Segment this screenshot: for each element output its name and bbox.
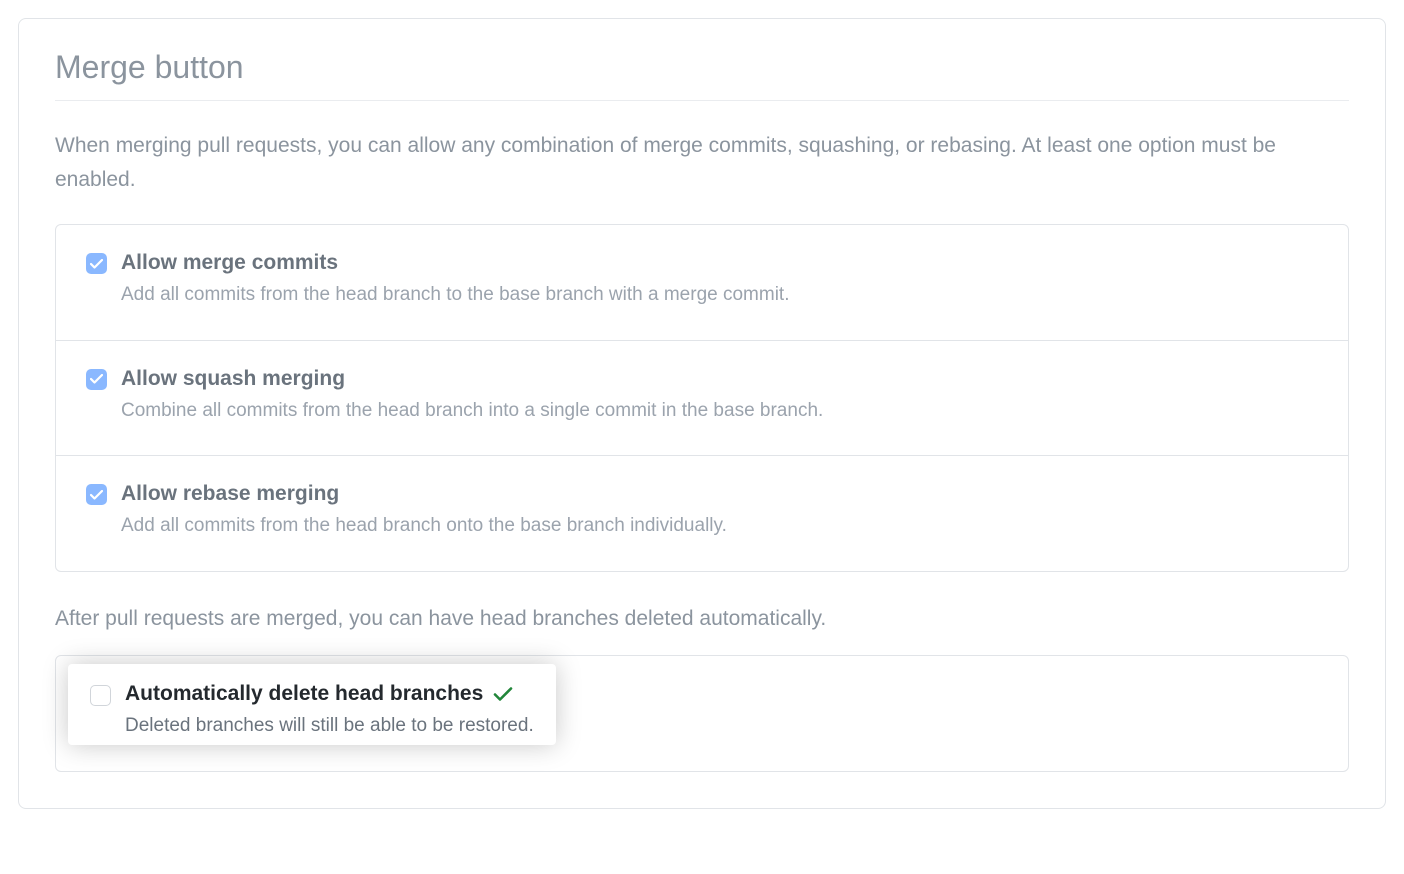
option-text: Allow squash merging Combine all commits… (121, 367, 1318, 426)
option-label: Automatically delete head branches (125, 682, 534, 706)
option-desc: Combine all commits from the head branch… (121, 397, 1318, 426)
option-allow-squash-merging[interactable]: Allow squash merging Combine all commits… (56, 341, 1348, 457)
option-text: Allow rebase merging Add all commits fro… (121, 482, 1318, 541)
option-allow-merge-commits[interactable]: Allow merge commits Add all commits from… (56, 225, 1348, 341)
option-label: Allow rebase merging (121, 482, 1318, 506)
option-auto-delete-branches-wrap: Automatically delete head branches Delet… (56, 656, 1348, 771)
auto-delete-list: Automatically delete head branches Delet… (55, 655, 1349, 772)
checkbox-icon[interactable] (86, 484, 107, 505)
option-label-text: Automatically delete head branches (125, 682, 483, 706)
option-desc: Deleted branches will still be able to b… (125, 712, 534, 741)
option-desc: Add all commits from the head branch ont… (121, 512, 1318, 541)
section-title: Merge button (55, 49, 1349, 101)
merge-button-settings-panel: Merge button When merging pull requests,… (18, 18, 1386, 809)
option-label: Allow merge commits (121, 251, 1318, 275)
check-icon (493, 686, 513, 702)
option-auto-delete-branches[interactable]: Automatically delete head branches Delet… (68, 664, 556, 745)
merge-options-list: Allow merge commits Add all commits from… (55, 224, 1349, 572)
option-desc: Add all commits from the head branch to … (121, 281, 1318, 310)
checkbox-icon[interactable] (86, 253, 107, 274)
auto-delete-intro: After pull requests are merged, you can … (55, 602, 1349, 636)
checkbox-icon[interactable] (90, 685, 111, 706)
option-allow-rebase-merging[interactable]: Allow rebase merging Add all commits fro… (56, 456, 1348, 571)
section-intro: When merging pull requests, you can allo… (55, 129, 1349, 196)
option-label: Allow squash merging (121, 367, 1318, 391)
option-text: Automatically delete head branches Delet… (125, 682, 534, 741)
option-text: Allow merge commits Add all commits from… (121, 251, 1318, 310)
checkbox-icon[interactable] (86, 369, 107, 390)
